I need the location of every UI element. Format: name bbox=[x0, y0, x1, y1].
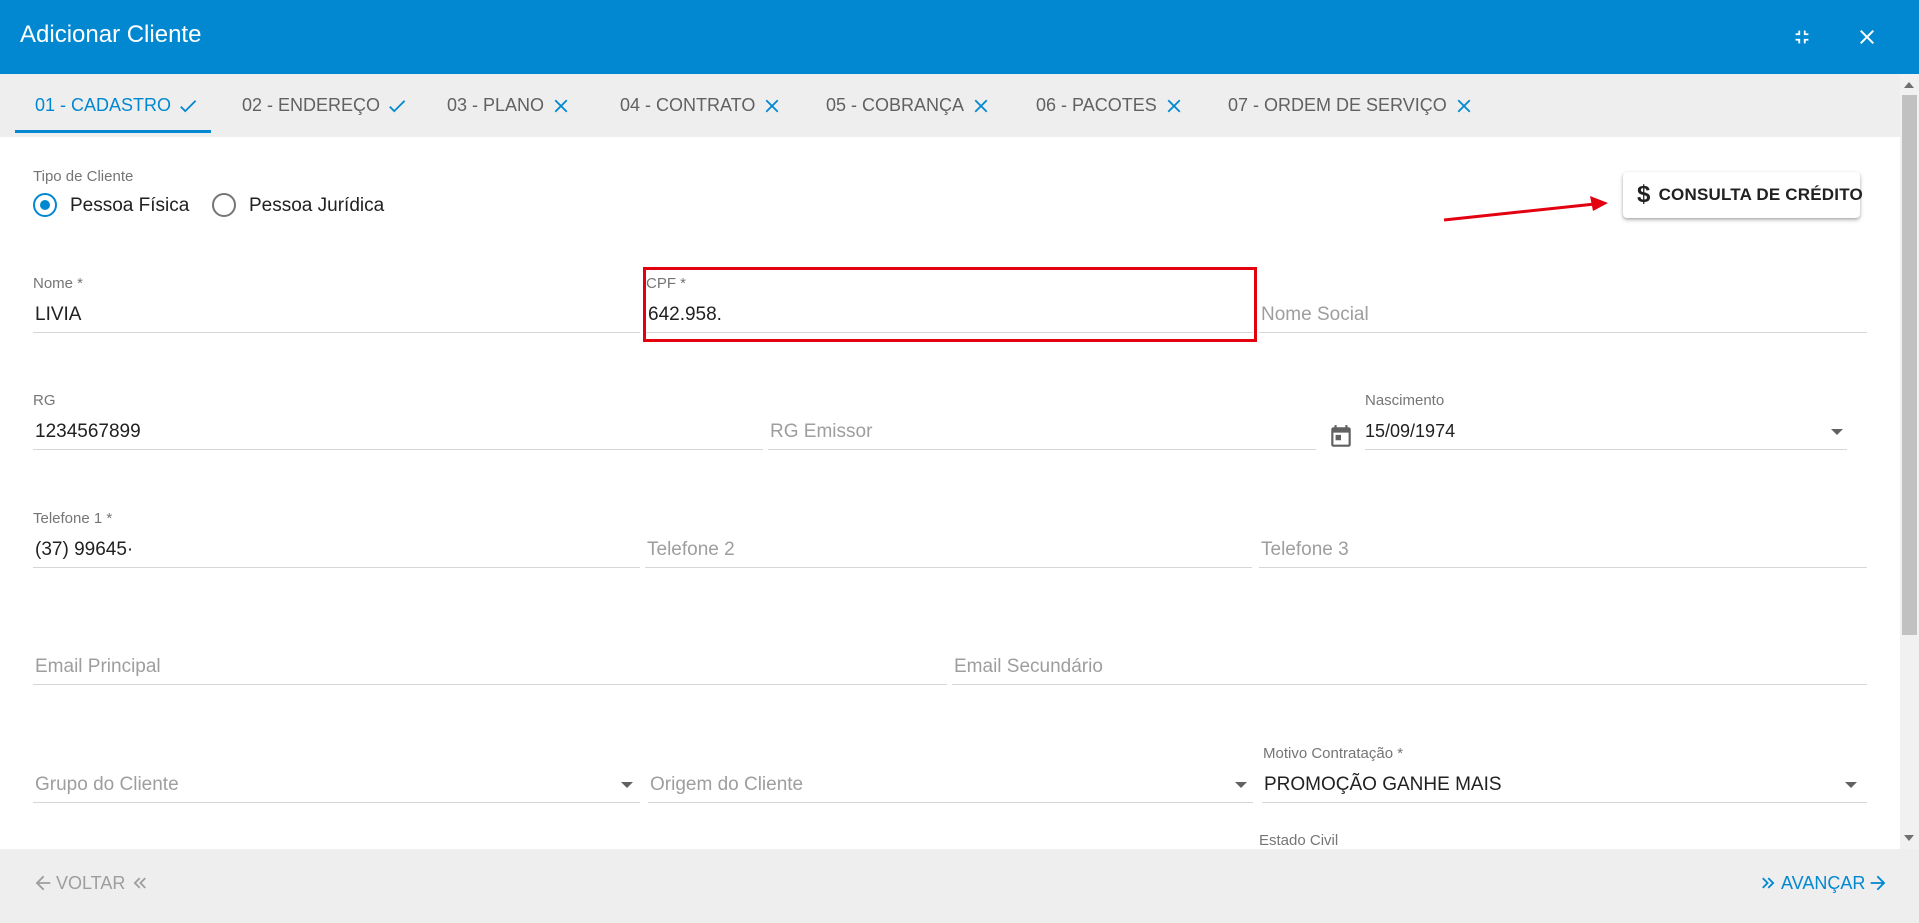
double-chevron-right-icon bbox=[1762, 877, 1775, 889]
telefone2-input[interactable]: Telefone 2 bbox=[647, 539, 735, 561]
scroll-down-icon[interactable] bbox=[1904, 835, 1914, 841]
consulta-credito-label: CONSULTA DE CRÉDITO bbox=[1658, 185, 1863, 204]
double-chevron-left-icon bbox=[133, 877, 147, 889]
radio-pessoa-juridica[interactable] bbox=[212, 193, 236, 217]
tab-cadastro[interactable]: 01 - CADASTRO bbox=[35, 74, 199, 137]
dialog-title: Adicionar Cliente bbox=[20, 21, 202, 48]
motivo-contratacao-select[interactable]: PROMOÇÃO GANHE MAIS bbox=[1264, 774, 1502, 796]
nome-label: Nome * bbox=[33, 275, 84, 292]
tab-ordem-servico[interactable]: 07 - ORDEM DE SERVIÇO bbox=[1228, 74, 1475, 137]
radio-pessoa-fisica[interactable] bbox=[33, 193, 57, 217]
motivo-contratacao-label: Motivo Contratação * bbox=[1263, 745, 1404, 762]
tab-cobranca[interactable]: 05 - COBRANÇA bbox=[826, 74, 992, 137]
grupo-cliente-underline bbox=[33, 802, 640, 803]
rg-label: RG bbox=[33, 392, 56, 409]
close-icon bbox=[1860, 30, 1874, 44]
scroll-up-icon[interactable] bbox=[1904, 82, 1914, 88]
rg-emissor-input[interactable]: RG Emissor bbox=[770, 421, 872, 443]
cpf-highlight-box bbox=[643, 267, 1257, 342]
email-secundario-underline bbox=[952, 684, 1867, 685]
motivo-contratacao-dropdown-icon[interactable] bbox=[1845, 782, 1857, 788]
arrow-right-icon bbox=[1871, 875, 1886, 891]
radio-label-pessoa-juridica[interactable]: Pessoa Jurídica bbox=[249, 195, 384, 217]
scrollbar-thumb[interactable] bbox=[1902, 95, 1917, 635]
tipo-cliente-label: Tipo de Cliente bbox=[33, 168, 134, 185]
nascimento-label: Nascimento bbox=[1365, 392, 1445, 409]
email-principal-input[interactable]: Email Principal bbox=[35, 656, 161, 678]
tab-label: 03 - PLANO bbox=[447, 95, 545, 115]
x-icon bbox=[970, 95, 992, 117]
nome-input[interactable]: LIVIA bbox=[35, 304, 81, 326]
tab-label: 01 - CADASTRO bbox=[35, 95, 172, 115]
origem-cliente-select[interactable]: Origem do Cliente bbox=[650, 774, 803, 796]
avancar-button[interactable]: AVANÇAR bbox=[1757, 872, 1889, 894]
x-icon bbox=[550, 95, 572, 117]
origem-cliente-underline bbox=[648, 802, 1253, 803]
collapse-button[interactable] bbox=[1786, 21, 1818, 53]
tab-pacotes[interactable]: 06 - PACOTES bbox=[1036, 74, 1185, 137]
grupo-cliente-select[interactable]: Grupo do Cliente bbox=[35, 774, 179, 796]
telefone2-underline bbox=[645, 567, 1252, 568]
tab-label: 07 - ORDEM DE SERVIÇO bbox=[1228, 95, 1447, 115]
nascimento-underline bbox=[1365, 449, 1847, 450]
arrow-left-icon bbox=[35, 875, 51, 891]
dialog-header: Adicionar Cliente bbox=[0, 0, 1919, 74]
annotation-arrow-icon bbox=[1443, 196, 1608, 222]
nome-social-input[interactable]: Nome Social bbox=[1261, 304, 1369, 326]
email-secundario-input[interactable]: Email Secundário bbox=[954, 656, 1103, 678]
nome-social-underline bbox=[1259, 332, 1867, 333]
telefone3-underline bbox=[1259, 567, 1867, 568]
voltar-label: VOLTAR bbox=[56, 872, 126, 893]
calendar-icon[interactable] bbox=[1328, 424, 1354, 450]
tab-label: 05 - COBRANÇA bbox=[826, 95, 965, 115]
consulta-credito-button[interactable]: $ CONSULTA DE CRÉDITO bbox=[1623, 172, 1863, 218]
collapse-icon bbox=[1795, 30, 1809, 44]
x-icon bbox=[761, 95, 783, 117]
x-icon bbox=[1453, 95, 1475, 117]
tab-label: 02 - ENDEREÇO bbox=[242, 95, 381, 115]
voltar-button[interactable]: VOLTAR bbox=[32, 872, 151, 894]
rg-input[interactable]: 1234567899 bbox=[35, 421, 141, 443]
nascimento-input[interactable]: 15/09/1974 bbox=[1365, 421, 1455, 442]
x-icon bbox=[1163, 95, 1185, 117]
grupo-cliente-dropdown-icon[interactable] bbox=[621, 782, 633, 788]
check-icon bbox=[386, 95, 408, 117]
dollar-icon: $ bbox=[1637, 181, 1651, 208]
radio-label-pessoa-fisica[interactable]: Pessoa Física bbox=[70, 195, 189, 217]
tab-contrato[interactable]: 04 - CONTRATO bbox=[620, 74, 783, 137]
estado-civil-label: Estado Civil bbox=[1259, 832, 1339, 849]
check-icon bbox=[177, 95, 199, 117]
avancar-label: AVANÇAR bbox=[1781, 872, 1866, 893]
rg-underline bbox=[33, 449, 763, 450]
dialog-footer: VOLTAR AVANÇAR bbox=[0, 849, 1919, 923]
origem-cliente-dropdown-icon[interactable] bbox=[1235, 782, 1247, 788]
motivo-contratacao-underline bbox=[1262, 802, 1867, 803]
tab-label: 06 - PACOTES bbox=[1036, 95, 1157, 115]
telefone1-underline bbox=[33, 567, 640, 568]
tab-plano[interactable]: 03 - PLANO bbox=[447, 74, 572, 137]
active-tab-indicator bbox=[15, 130, 211, 133]
nascimento-dropdown-icon[interactable] bbox=[1831, 429, 1843, 435]
telefone3-input[interactable]: Telefone 3 bbox=[1261, 539, 1349, 561]
telefone1-input[interactable]: (37) 99645· bbox=[35, 539, 133, 561]
rg-emissor-underline bbox=[768, 449, 1316, 450]
email-principal-underline bbox=[33, 684, 947, 685]
nome-underline bbox=[33, 332, 640, 333]
step-tabs: 01 - CADASTRO 02 - ENDEREÇO 03 - PLANO 0… bbox=[0, 74, 1900, 137]
tab-endereco[interactable]: 02 - ENDEREÇO bbox=[242, 74, 408, 137]
tab-label: 04 - CONTRATO bbox=[620, 95, 756, 115]
close-button[interactable] bbox=[1851, 21, 1883, 53]
telefone1-label: Telefone 1 * bbox=[33, 510, 113, 527]
